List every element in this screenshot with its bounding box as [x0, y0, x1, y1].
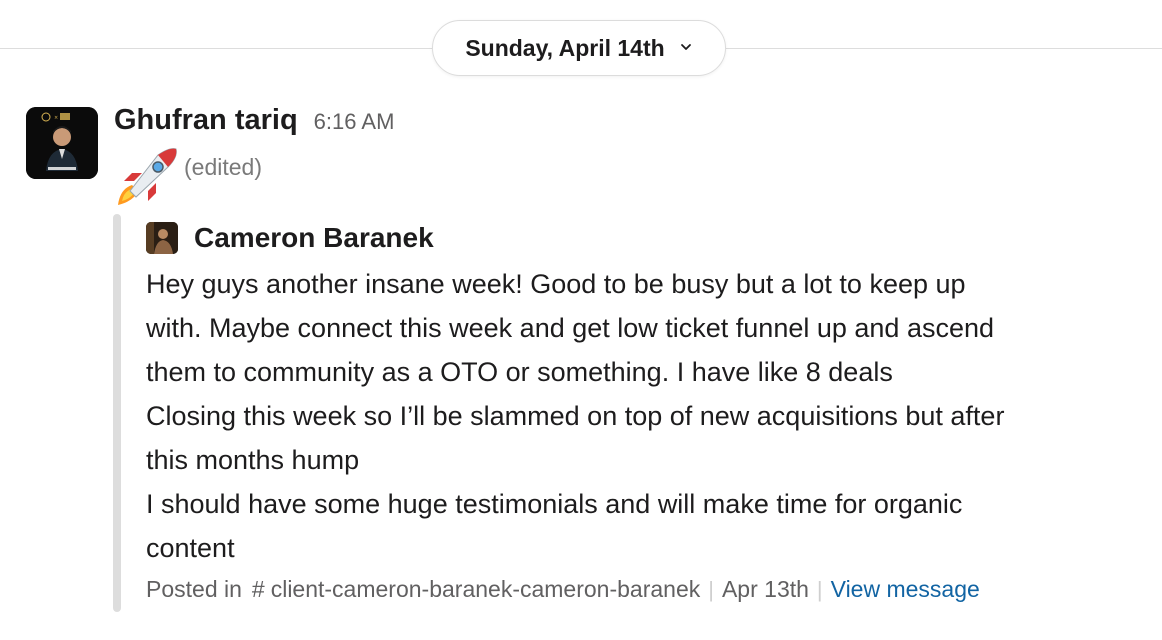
- shared-message-line: this months hump: [146, 445, 360, 475]
- edited-label: (edited): [184, 154, 262, 180]
- shared-author-avatar[interactable]: [146, 222, 178, 254]
- channel-hash-icon: #: [251, 576, 265, 602]
- rocket-icon: [118, 148, 177, 205]
- date-divider-button[interactable]: Sunday, April 14th: [432, 20, 726, 76]
- shared-message-bar: [113, 214, 121, 612]
- shared-message-line: Closing this week so I’ll be slammed on …: [146, 401, 1005, 431]
- shared-message-line: content: [146, 533, 235, 563]
- chevron-down-icon: [680, 44, 691, 50]
- shared-message-body: Hey guys another insane week! Good to be…: [146, 262, 1146, 570]
- svg-text:×: ×: [54, 115, 58, 121]
- sender-avatar[interactable]: ×: [26, 107, 98, 179]
- footer-separator: |: [816, 576, 823, 602]
- date-divider-label: Sunday, April 14th: [465, 34, 665, 61]
- channel-link[interactable]: client-cameron-baranek-cameron-baranek: [271, 576, 701, 603]
- message-timestamp[interactable]: 6:16 AM: [314, 109, 395, 135]
- footer-separator: |: [708, 576, 714, 602]
- shared-message-line: I should have some huge testimonials and…: [146, 489, 963, 519]
- shared-message-line: with. Maybe connect this week and get lo…: [146, 313, 995, 343]
- shared-message-line: them to community as a OTO or something.…: [146, 357, 893, 387]
- posted-in-label: Posted in: [146, 576, 242, 602]
- sender-name[interactable]: Ghufran tariq: [114, 104, 298, 137]
- view-message-link[interactable]: View message: [831, 576, 980, 603]
- shared-message-footer: Posted in # client-cameron-baranek-camer…: [146, 576, 980, 603]
- shared-author-name[interactable]: Cameron Baranek: [194, 222, 434, 254]
- original-date[interactable]: Apr 13th: [722, 576, 809, 603]
- shared-message-line: Hey guys another insane week! Good to be…: [146, 269, 966, 299]
